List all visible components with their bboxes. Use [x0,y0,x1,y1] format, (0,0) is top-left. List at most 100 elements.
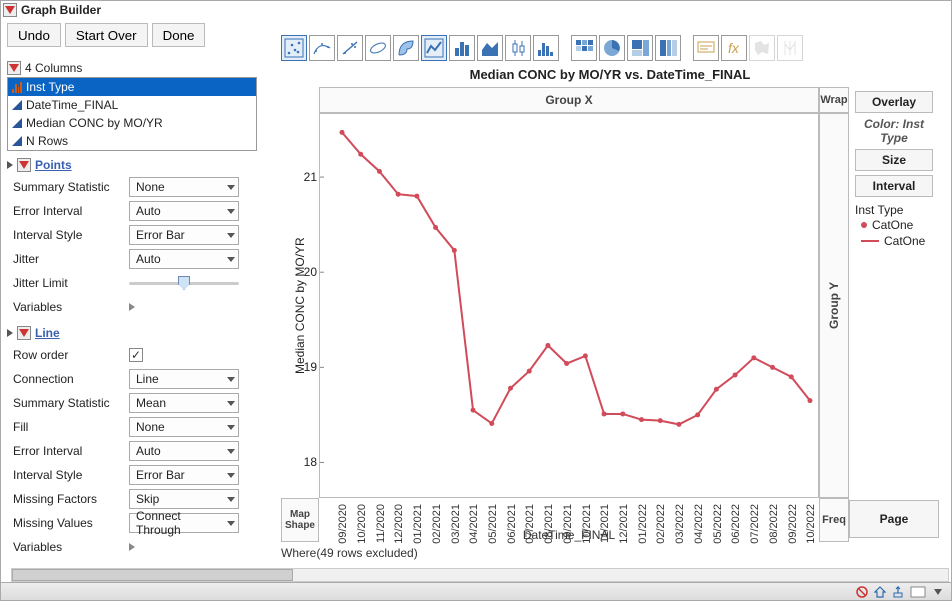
line-summary-dropdown[interactable]: Mean [129,393,239,413]
x-tick: 02/2022 [655,504,667,544]
legend-entry[interactable]: CatOne [861,233,933,249]
line-missval-dropdown[interactable]: Connect Through [129,513,239,533]
graphtype-area-icon[interactable] [477,35,503,61]
graphtype-caption-icon[interactable] [693,35,719,61]
graph-type-toolbar: fx [281,31,939,65]
column-name: N Rows [26,134,68,148]
graphtype-fitline-icon[interactable] [337,35,363,61]
zone-groupx[interactable]: Group X [319,87,819,113]
points-jitter-label: Jitter [7,252,129,266]
svg-text:fx: fx [728,40,740,56]
zone-freq[interactable]: Freq [819,498,849,542]
status-bar [1,582,951,600]
x-tick: 10/2020 [356,504,368,544]
points-intstyle-dropdown[interactable]: Error Bar [129,225,239,245]
outline-toggle-line[interactable] [17,326,31,340]
x-tick: 10/2021 [580,504,592,544]
column-item[interactable]: N Rows [8,132,256,150]
y-tick: 20 [304,265,317,279]
outline-toggle-columns[interactable] [7,61,21,75]
dropdown-icon[interactable] [931,585,945,599]
y-tick: 19 [304,360,317,374]
graphtype-treemap-icon[interactable] [627,35,653,61]
columns-list[interactable]: Inst TypeDateTime_FINALMedian CONC by MO… [7,77,257,151]
line-intstyle-dropdown[interactable]: Error Bar [129,465,239,485]
graphtype-smoother-icon[interactable] [309,35,335,61]
graphtype-contour-icon[interactable] [393,35,419,61]
legend-title: Inst Type [855,203,933,217]
zone-size[interactable]: Size [855,149,933,171]
zone-overlay[interactable]: Overlay [855,91,933,113]
done-button[interactable]: Done [152,23,206,47]
column-item[interactable]: DateTime_FINAL [8,96,256,114]
line-missfact-label: Missing Factors [7,492,129,506]
line-connection-dropdown[interactable]: Line [129,369,239,389]
continuous-icon [12,100,22,110]
zone-interval[interactable]: Interval [855,175,933,197]
graphtype-histogram-icon[interactable] [533,35,559,61]
points-errint-dropdown[interactable]: Auto [129,201,239,221]
x-tick: 08/2021 [543,504,555,544]
error-icon[interactable] [855,585,869,599]
undo-button[interactable]: Undo [7,23,61,47]
upload-icon[interactable] [891,585,905,599]
home-icon[interactable] [873,585,887,599]
row-order-checkbox[interactable] [129,348,143,362]
jitter-limit-slider[interactable] [129,276,239,290]
plot-area[interactable]: 18192021 18192021 [319,113,819,498]
zone-wrap[interactable]: Wrap [819,87,849,113]
tri-collapse-icon[interactable] [7,329,13,337]
points-summary-dropdown[interactable]: None [129,177,239,197]
y-tick: 18 [304,455,317,469]
line-errint-dropdown[interactable]: Auto [129,441,239,461]
graphtype-line-icon[interactable] [421,35,447,61]
line-fill-dropdown[interactable]: None [129,417,239,437]
graphtype-boxplot-icon[interactable] [505,35,531,61]
outline-toggle-points[interactable] [17,158,31,172]
line-missfact-dropdown[interactable]: Skip [129,489,239,509]
graphtype-formula-icon[interactable]: fx [721,35,747,61]
graphtype-points-icon[interactable] [281,35,307,61]
graphtype-pie-icon[interactable] [599,35,625,61]
h-scrollbar[interactable] [11,568,949,582]
start-over-button[interactable]: Start Over [65,23,148,47]
graphtype-parallel-icon[interactable] [777,35,803,61]
expand-icon[interactable] [129,543,135,551]
x-tick: 02/2021 [431,504,443,544]
points-intstyle-label: Interval Style [7,228,129,242]
legend-label: CatOne [884,234,925,248]
line-header: Line [35,326,60,340]
x-tick: 12/2020 [393,504,405,544]
line-errint-label: Error Interval [7,444,129,458]
graphtype-bar-icon[interactable] [449,35,475,61]
zone-page[interactable]: Page [849,500,939,538]
x-tick: 01/2021 [412,504,424,544]
points-jitter-dropdown[interactable]: Auto [129,249,239,269]
y-tick: 21 [304,170,317,184]
column-item[interactable]: Inst Type [8,78,256,96]
x-tick: 03/2021 [449,504,461,544]
legend-entry[interactable]: CatOne [861,217,933,233]
zone-map[interactable]: Map Shape [281,498,319,542]
graphtype-heatmap-icon[interactable] [571,35,597,61]
zone-groupy[interactable]: Group Y [819,113,849,498]
where-note: Where(49 rows excluded) [281,546,418,562]
points-header: Points [35,158,72,172]
line-intstyle-label: Interval Style [7,468,129,482]
graphtype-mosaic-icon[interactable] [655,35,681,61]
box-icon[interactable] [909,585,927,599]
columns-count: 4 Columns [25,61,82,75]
legend-dot-icon [861,222,867,228]
tri-collapse-icon[interactable] [7,161,13,169]
graphtype-ellipse-icon[interactable] [365,35,391,61]
x-tick: 05/2022 [711,504,723,544]
zone-color[interactable]: Color: Inst Type [855,117,933,145]
x-tick: 08/2022 [768,504,780,544]
column-item[interactable]: Median CONC by MO/YR [8,114,256,132]
legend-line-icon [861,240,879,242]
x-tick: 07/2022 [749,504,761,544]
expand-icon[interactable] [129,303,135,311]
legend-label: CatOne [872,218,913,232]
outline-toggle-main[interactable] [3,3,17,17]
graphtype-mapshape-icon[interactable] [749,35,775,61]
